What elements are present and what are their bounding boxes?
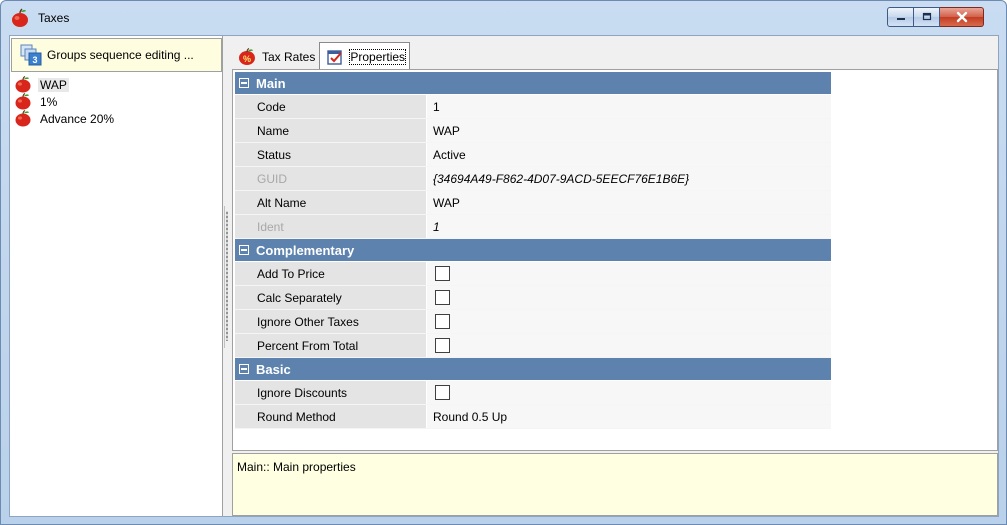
title-bar[interactable]: Taxes [1,1,1006,35]
close-button[interactable] [940,7,984,27]
add-to-price-checkbox[interactable] [435,266,450,281]
description-panel: Main:: Main properties [232,453,998,516]
properties-icon [327,49,343,65]
collapse-icon[interactable] [239,245,249,255]
tree-item-advance-20[interactable]: Advance 20% [14,110,116,127]
category-main[interactable]: Main [235,72,831,95]
category-basic[interactable]: Basic [235,358,831,381]
property-row-round-method[interactable]: Round Method Round 0.5 Up [235,405,831,429]
category-title: Basic [256,361,291,377]
property-grid-panel: Main Code 1 Name WAP Status Active GUID … [232,69,998,451]
tab-strip: % Tax Rates Properties [232,40,411,70]
property-name: Calc Separately [235,286,427,309]
property-value[interactable]: WAP [427,191,831,214]
apple-icon [12,8,28,27]
property-value: 1 [427,215,831,238]
property-value [427,262,831,285]
property-value[interactable]: Round 0.5 Up [427,405,831,428]
tab-properties[interactable]: Properties [319,42,411,70]
property-row-ignore-other-taxes[interactable]: Ignore Other Taxes [235,310,831,334]
property-name: Name [235,119,427,142]
property-row-ident[interactable]: Ident 1 [235,215,831,239]
property-value [427,381,831,404]
close-icon [956,11,967,23]
apple-icon [15,110,31,127]
splitter-grip [226,211,228,341]
minimize-icon [896,18,905,20]
window-title: Taxes [38,11,70,25]
property-row-percent-from-total[interactable]: Percent From Total [235,334,831,358]
category-title: Main [256,75,286,91]
maximize-button[interactable] [914,7,940,27]
tree-item-label: Advance 20% [40,111,115,126]
tab-tax-rates[interactable]: % Tax Rates [232,44,319,70]
ignore-other-taxes-checkbox[interactable] [435,314,450,329]
tab-label: Properties [349,48,407,65]
property-name: Add To Price [235,262,427,285]
tree-item-wap[interactable]: WAP [14,76,116,93]
svg-text:3: 3 [32,55,37,65]
tax-tree: WAP 1% Advance 20% [14,76,116,127]
client-area: 3 Groups sequence editing ... WAP 1% Adv… [9,35,999,517]
property-row-status[interactable]: Status Active [235,143,831,167]
property-value [427,286,831,309]
collapse-icon[interactable] [239,78,249,88]
ignore-discounts-checkbox[interactable] [435,385,450,400]
groups-sequence-label: Groups sequence editing ... [47,48,194,62]
maximize-icon [922,12,931,21]
collapse-icon[interactable] [239,364,249,374]
apple-icon [15,93,31,110]
tree-item-label: WAP [38,77,69,92]
tax-list-panel: 3 Groups sequence editing ... WAP 1% Adv… [10,36,223,516]
groups-sequence-icon: 3 [20,44,42,66]
property-name: Ident [235,215,427,238]
category-title: Complementary [256,242,355,258]
property-name: Percent From Total [235,334,427,357]
property-row-add-to-price[interactable]: Add To Price [235,262,831,286]
property-value[interactable]: Active [427,143,831,166]
property-name: Round Method [235,405,427,428]
percent-apple-icon: % [239,48,255,65]
property-row-calc-separately[interactable]: Calc Separately [235,286,831,310]
property-row-guid[interactable]: GUID {34694A49-F862-4D07-9ACD-5EECF76E1B… [235,167,831,191]
minimize-button[interactable] [887,7,914,27]
property-row-name[interactable]: Name WAP [235,119,831,143]
svg-text:%: % [243,54,251,64]
groups-sequence-button[interactable]: 3 Groups sequence editing ... [11,38,222,72]
property-grid: Main Code 1 Name WAP Status Active GUID … [235,72,831,429]
window-controls [887,7,984,27]
property-name: Status [235,143,427,166]
apple-icon [15,76,31,93]
property-row-ignore-discounts[interactable]: Ignore Discounts [235,381,831,405]
taxes-window: Taxes 3 Groups sequence editing ... WAP … [0,0,1007,525]
tree-item-1-percent[interactable]: 1% [14,93,116,110]
percent-from-total-checkbox[interactable] [435,338,450,353]
property-name: Code [235,95,427,118]
property-value[interactable]: 1 [427,95,831,118]
property-row-alt-name[interactable]: Alt Name WAP [235,191,831,215]
property-name: Ignore Other Taxes [235,310,427,333]
description-text: Main:: Main properties [237,460,356,474]
property-value: {34694A49-F862-4D07-9ACD-5EECF76E1B6E} [427,167,831,190]
property-value[interactable]: WAP [427,119,831,142]
property-value [427,334,831,357]
property-name: Ignore Discounts [235,381,427,404]
property-value [427,310,831,333]
calc-separately-checkbox[interactable] [435,290,450,305]
property-name: GUID [235,167,427,190]
category-complementary[interactable]: Complementary [235,239,831,262]
property-row-code[interactable]: Code 1 [235,95,831,119]
property-name: Alt Name [235,191,427,214]
tab-label: Tax Rates [262,50,316,64]
tree-item-label: 1% [40,94,58,109]
